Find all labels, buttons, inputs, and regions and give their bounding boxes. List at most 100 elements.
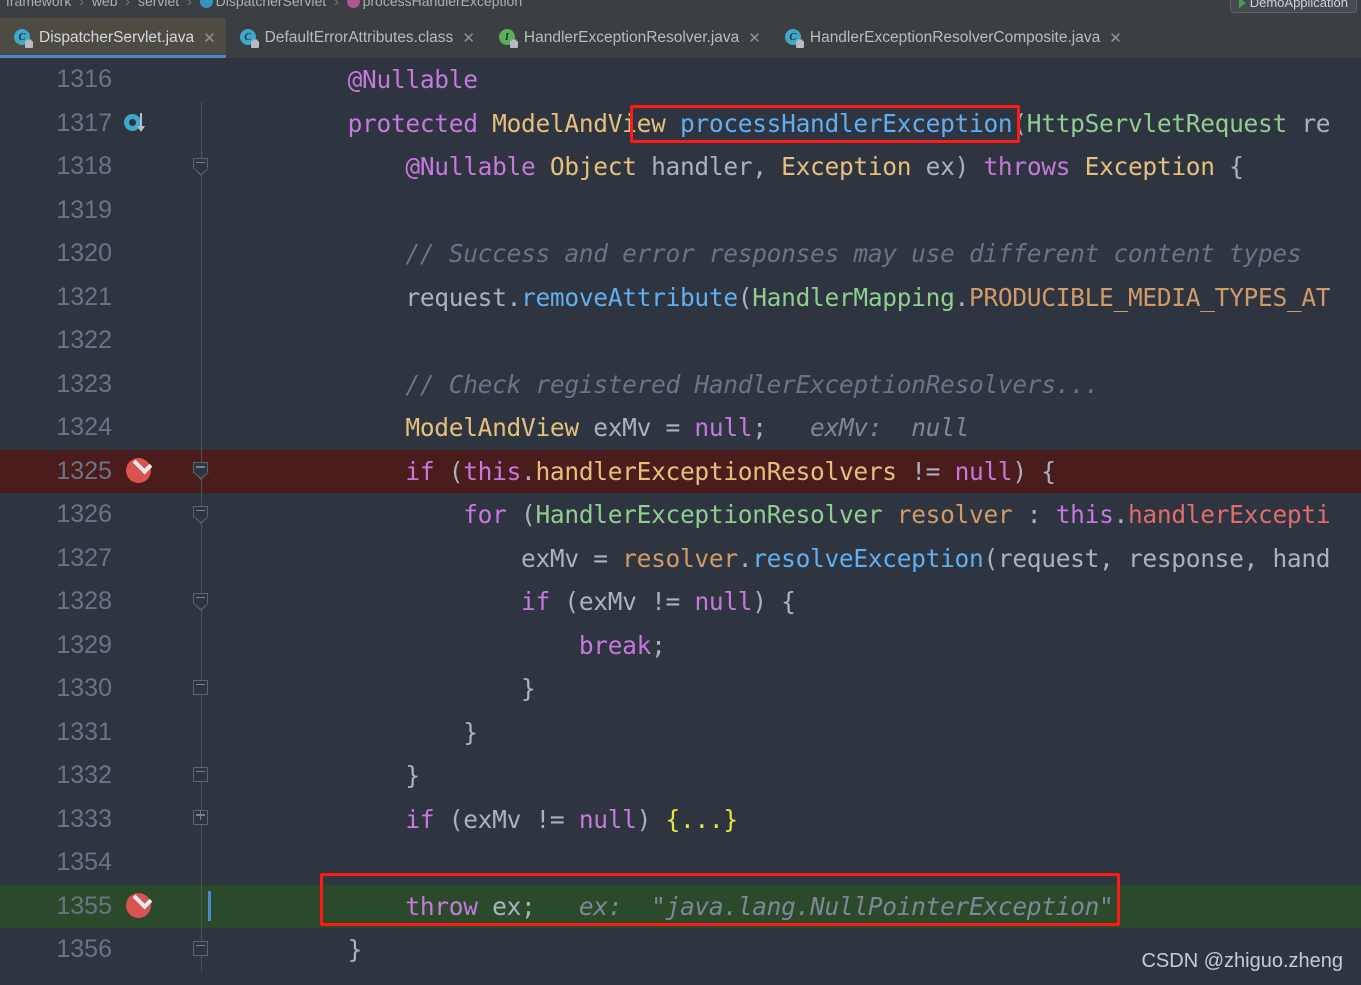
code-text[interactable]: }: [222, 754, 1361, 798]
fold-collapse-icon[interactable]: [193, 679, 210, 698]
editor-gutter[interactable]: 1317: [0, 101, 222, 145]
editor-gutter[interactable]: 1323: [0, 362, 222, 407]
fold-collapse-icon[interactable]: [193, 592, 210, 611]
code-text[interactable]: ModelAndView exMv = null; exMv: null: [222, 406, 1361, 450]
code-text[interactable]: @Nullable Object handler, Exception ex) …: [222, 145, 1361, 189]
editor-gutter[interactable]: 1327: [0, 536, 222, 581]
gutter-icon-area[interactable]: [120, 537, 182, 581]
code-line[interactable]: 1318 @Nullable Object handler, Exception…: [0, 145, 1361, 189]
editor-gutter[interactable]: 1329: [0, 623, 222, 668]
code-line[interactable]: 1355 throw ex; ex: "java.lang.NullPointe…: [0, 884, 1361, 929]
editor-gutter[interactable]: 1319: [0, 188, 222, 232]
editor-gutter[interactable]: 1333: [0, 797, 222, 841]
fold-column[interactable]: [182, 580, 222, 624]
fold-column[interactable]: [182, 710, 222, 754]
code-text[interactable]: protected ModelAndView processHandlerExc…: [222, 102, 1361, 146]
code-line[interactable]: 1322: [0, 319, 1361, 363]
fold-column[interactable]: [182, 884, 222, 928]
breakpoint-icon[interactable]: [126, 458, 151, 484]
fold-column[interactable]: [182, 449, 222, 493]
close-icon[interactable]: ✕: [1109, 31, 1122, 46]
fold-column[interactable]: [182, 667, 222, 711]
code-text[interactable]: // Check registered HandlerExceptionReso…: [222, 363, 1361, 407]
gutter-icon-area[interactable]: [120, 58, 182, 102]
fold-column[interactable]: [182, 319, 222, 363]
gutter-icon-area[interactable]: [120, 319, 182, 363]
code-text[interactable]: [222, 189, 1361, 233]
editor-tab-3[interactable]: C HandlerExceptionResolverComposite.java ✕: [771, 18, 1132, 58]
fold-column[interactable]: [182, 406, 222, 450]
editor-gutter[interactable]: 1320: [0, 232, 222, 276]
fold-column[interactable]: [182, 623, 222, 667]
code-line[interactable]: 1331 }: [0, 710, 1361, 755]
gutter-icon-area[interactable]: [120, 754, 182, 798]
editor-gutter[interactable]: 1355: [0, 884, 222, 929]
gutter-icon-area[interactable]: [120, 928, 182, 972]
editor-gutter[interactable]: 1328: [0, 580, 222, 624]
breadcrumb-item-1[interactable]: web: [92, 0, 118, 9]
code-text[interactable]: for (HandlerExceptionResolver resolver :…: [222, 493, 1361, 537]
code-line[interactable]: 1333 if (exMv != null) {...}: [0, 797, 1361, 842]
code-line[interactable]: 1328 if (exMv != null) {: [0, 580, 1361, 624]
breakpoint-icon[interactable]: [126, 893, 151, 919]
code-line[interactable]: 1320 // Success and error responses may …: [0, 232, 1361, 276]
editor-gutter[interactable]: 1332: [0, 754, 222, 798]
code-line[interactable]: 1324 ModelAndView exMv = null; exMv: nul…: [0, 406, 1361, 450]
fold-collapse-icon[interactable]: [193, 157, 210, 176]
code-line[interactable]: 1332 }: [0, 754, 1361, 798]
code-text[interactable]: }: [222, 711, 1361, 755]
gutter-icon-area[interactable]: [120, 580, 182, 624]
code-line[interactable]: 1354: [0, 841, 1361, 885]
code-text[interactable]: break;: [222, 624, 1361, 668]
gutter-icon-area[interactable]: [120, 885, 182, 929]
editor-gutter[interactable]: 1354: [0, 841, 222, 885]
code-line[interactable]: 1325 if (this. handlerExceptionResolvers …: [0, 449, 1361, 493]
code-text[interactable]: [222, 319, 1361, 363]
gutter-icon-area[interactable]: [120, 493, 182, 537]
editor-gutter[interactable]: 1356: [0, 928, 222, 972]
code-text[interactable]: }: [222, 667, 1361, 711]
gutter-icon-area[interactable]: [120, 363, 182, 407]
code-text[interactable]: if (exMv != null) {...}: [222, 798, 1361, 842]
code-text[interactable]: // Success and error responses may use d…: [222, 232, 1361, 276]
gutter-icon-area[interactable]: [120, 145, 182, 189]
code-editor[interactable]: 1316 @Nullable 1317 protected ModelAndVie…: [0, 58, 1361, 985]
code-text[interactable]: if (exMv != null) {: [222, 580, 1361, 624]
editor-gutter[interactable]: 1324: [0, 406, 222, 450]
fold-column[interactable]: [182, 841, 222, 885]
breadcrumb-item-3[interactable]: DispatcherServlet: [216, 0, 327, 9]
close-icon[interactable]: ✕: [748, 31, 761, 46]
gutter-icon-area[interactable]: [120, 232, 182, 276]
breadcrumb-item-4[interactable]: processHandlerException: [363, 0, 523, 9]
editor-gutter[interactable]: 1325: [0, 449, 222, 493]
gutter-icon-area[interactable]: [120, 667, 182, 711]
close-icon[interactable]: ✕: [462, 31, 475, 46]
fold-collapse-icon[interactable]: [193, 940, 210, 959]
fold-column[interactable]: [182, 232, 222, 276]
fold-column[interactable]: [182, 928, 222, 972]
fold-column[interactable]: [182, 797, 222, 841]
editor-tab-1[interactable]: C DefaultErrorAttributes.class ✕: [226, 18, 485, 58]
fold-column[interactable]: [182, 493, 222, 537]
editor-tab-2[interactable]: I HandlerExceptionResolver.java ✕: [485, 18, 771, 58]
gutter-icon-area[interactable]: [120, 711, 182, 755]
breadcrumb-item-2[interactable]: servlet: [138, 0, 179, 9]
gutter-icon-area[interactable]: [120, 406, 182, 450]
code-text[interactable]: @Nullable: [222, 58, 1361, 102]
code-line[interactable]: 1329 break;: [0, 623, 1361, 668]
editor-gutter[interactable]: 1321: [0, 275, 222, 319]
fold-collapse-icon[interactable]: [193, 766, 210, 785]
fold-column[interactable]: [182, 754, 222, 798]
fold-column[interactable]: [182, 145, 222, 189]
code-line[interactable]: 1330 }: [0, 667, 1361, 711]
fold-column[interactable]: [182, 188, 222, 232]
code-text[interactable]: throw ex; ex: "java.lang.NullPointerExce…: [222, 885, 1361, 929]
fold-expand-icon[interactable]: [193, 810, 210, 828]
run-configuration-selector[interactable]: DemoApplication: [1229, 0, 1357, 13]
fold-collapse-icon[interactable]: [193, 505, 210, 524]
gutter-icon-area[interactable]: [120, 624, 182, 668]
code-line[interactable]: 1327 exMv = resolver. resolveException (re…: [0, 536, 1361, 581]
fold-collapse-icon[interactable]: [193, 462, 210, 481]
editor-gutter[interactable]: 1330: [0, 667, 222, 711]
code-line[interactable]: 1316 @Nullable: [0, 58, 1361, 102]
